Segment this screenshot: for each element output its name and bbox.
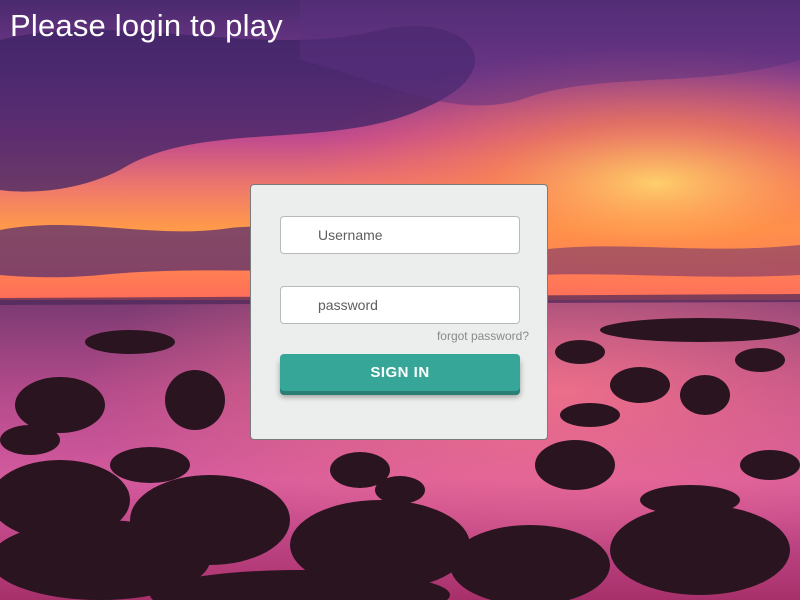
sign-in-button[interactable]: SIGN IN <box>280 354 520 391</box>
forgot-password-link[interactable]: forgot password? <box>437 329 529 343</box>
login-panel: forgot password? SIGN IN <box>250 184 548 440</box>
username-field[interactable] <box>280 216 520 254</box>
login-page: Please login to play forgot password? SI… <box>0 0 800 600</box>
page-title: Please login to play <box>10 8 283 43</box>
password-field[interactable] <box>280 286 520 324</box>
